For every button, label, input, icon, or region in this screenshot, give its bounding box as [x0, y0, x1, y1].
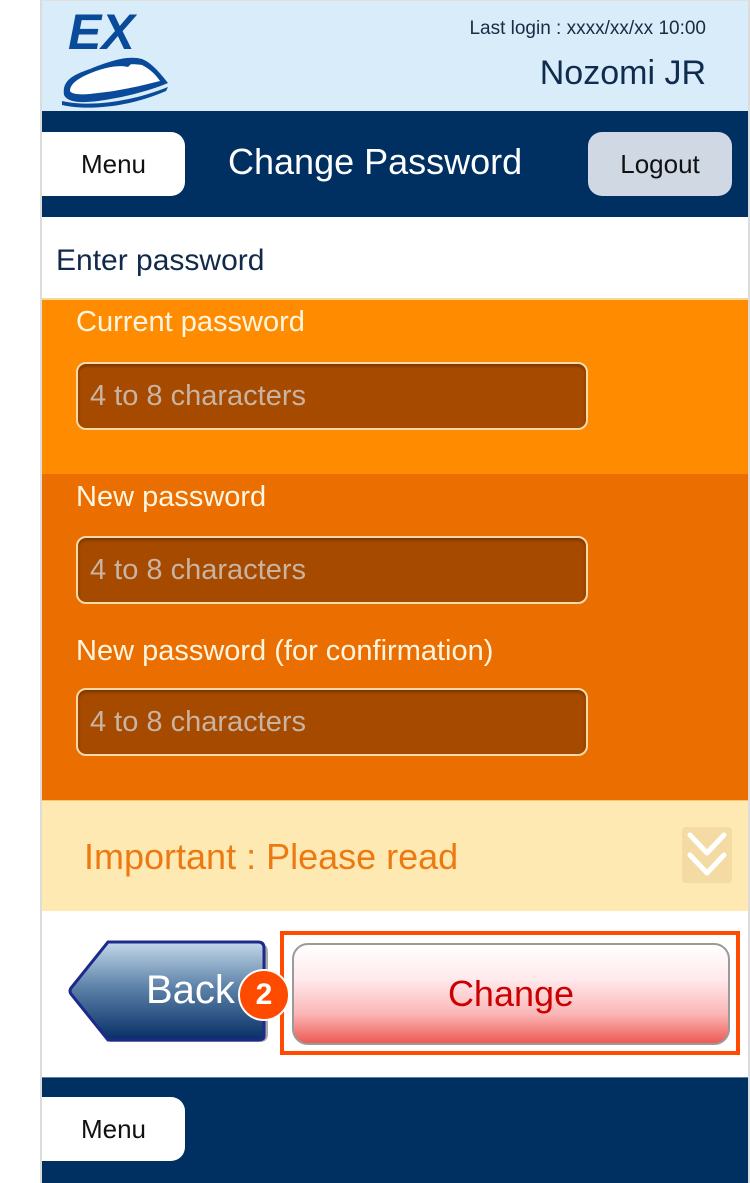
top-navbar: Menu Change Password Logout	[42, 111, 750, 217]
user-name: Nozomi JR	[539, 54, 706, 92]
last-login-text: Last login : xxxx/xx/xx 10:00	[469, 18, 706, 39]
new-password-input[interactable]	[76, 536, 588, 604]
new-password-section: New password New password (for confirmat…	[42, 474, 750, 800]
menu-button[interactable]: Menu	[42, 132, 185, 196]
footer-menu-button[interactable]: Menu	[42, 1097, 185, 1161]
footer-navbar: Menu	[42, 1077, 750, 1183]
header: EX Last login : xxxx/xx/xx 10:00 Nozomi …	[42, 0, 750, 111]
important-notice-label: Important : Please read	[84, 836, 459, 877]
section-heading: Enter password	[56, 244, 265, 277]
new-password-label: New password	[76, 481, 267, 513]
page-title: Change Password	[228, 141, 523, 182]
back-button-label: Back	[146, 968, 235, 1012]
ex-train-logo: EX	[62, 4, 168, 108]
current-password-section: Current password	[42, 298, 750, 474]
app-frame: EX Last login : xxxx/xx/xx 10:00 Nozomi …	[40, 0, 750, 1183]
double-chevron-down-icon[interactable]	[682, 827, 732, 883]
current-password-label: Current password	[76, 306, 305, 338]
change-button[interactable]: Change	[292, 943, 730, 1045]
logout-button[interactable]: Logout	[588, 132, 732, 196]
current-password-input[interactable]	[76, 362, 588, 430]
confirm-password-label: New password (for confirmation)	[76, 635, 494, 667]
logo-text: EX	[68, 4, 137, 60]
confirm-password-input[interactable]	[76, 688, 588, 756]
important-notice-toggle[interactable]: Important : Please read	[42, 800, 750, 911]
action-bar: Back Change 2	[42, 911, 750, 1077]
step-number-badge: 2	[238, 969, 290, 1021]
